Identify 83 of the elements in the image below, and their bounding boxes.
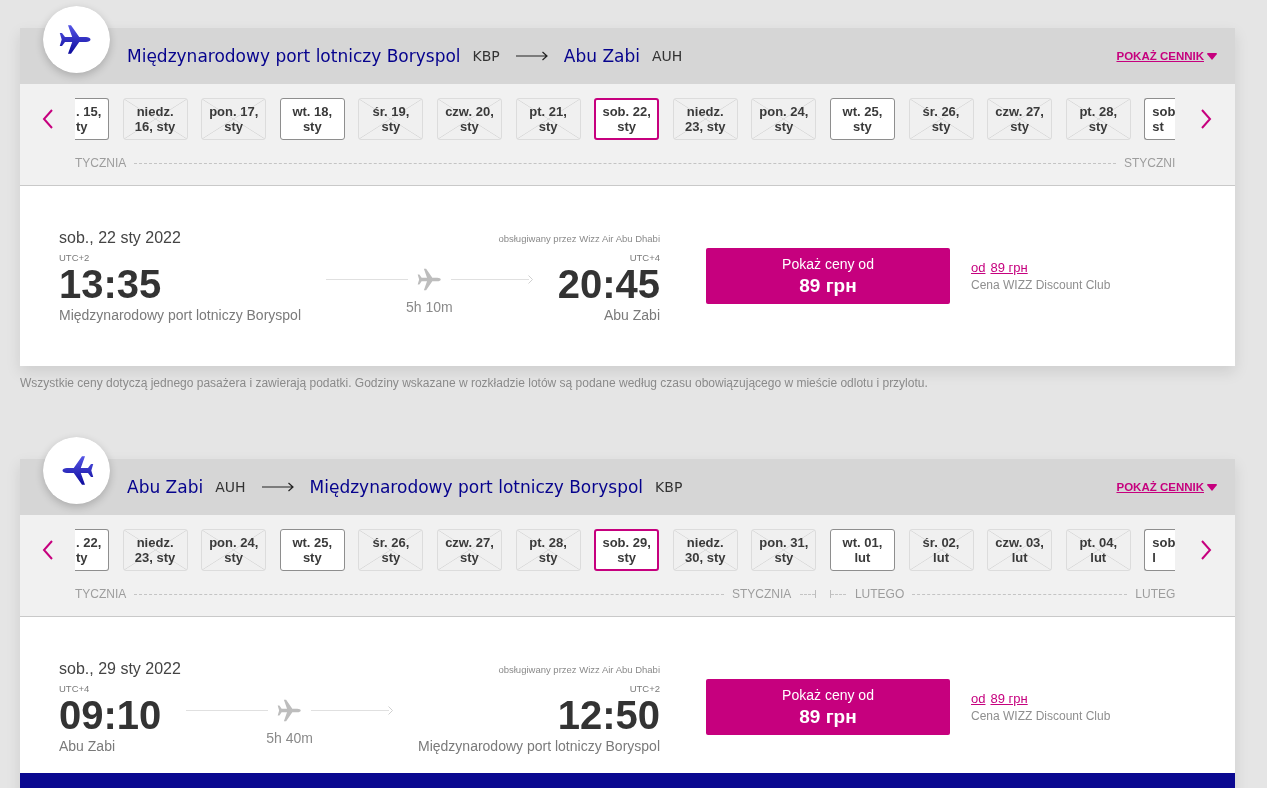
club-price-link[interactable]: od — [971, 260, 986, 276]
date-tile[interactable]: niedz. 23, sty — [122, 529, 188, 571]
date-tile[interactable]: sob l — [1144, 529, 1176, 571]
arrowhead-icon — [388, 705, 393, 715]
operator-note: obsługiwany przez Wizz Air Abu Dhabi — [498, 663, 660, 675]
date-tile[interactable]: pon. 24, sty — [201, 529, 267, 571]
date-tile[interactable]: . 15, ty — [75, 98, 109, 140]
date-tile[interactable]: pt. 21, sty — [515, 98, 581, 140]
club-price-link[interactable]: 89 грн — [990, 260, 1028, 276]
date-tile[interactable]: sob. 29, sty — [594, 529, 660, 571]
airport-name: Abu Zabi — [59, 737, 116, 755]
date-tile[interactable]: niedz. 23, sty — [672, 98, 738, 140]
club-price-note: Cena WIZZ Discount Club — [971, 709, 1111, 723]
month-label: STYCZNIA — [732, 587, 792, 601]
show-prices-button[interactable]: Pokaż ceny od 89 грн — [706, 679, 950, 735]
flight-date: sob., 29 sty 2022 — [59, 660, 181, 678]
chevron-left-icon — [43, 540, 53, 560]
arrow-right-icon — [261, 482, 294, 492]
date-tile[interactable]: pon. 31, sty — [751, 529, 817, 571]
date-tile[interactable]: niedz. 30, sty — [672, 529, 738, 571]
price-list-link[interactable]: POKAŻ CENNIK — [1116, 481, 1217, 493]
date-tile[interactable]: śr. 26, sty — [908, 98, 974, 140]
date-tile[interactable]: pt. 04, lut — [1065, 529, 1131, 571]
utc-offset: UTC+4 — [59, 683, 90, 695]
date-tile[interactable]: pt. 28, sty — [1065, 98, 1131, 140]
date-tile[interactable]: sob st — [1144, 98, 1176, 140]
chevron-left-icon — [43, 109, 53, 129]
date-tile[interactable]: . 22, ty — [75, 529, 109, 571]
date-tile[interactable]: czw. 27, sty — [436, 529, 502, 571]
date-tile[interactable]: śr. 26, sty — [358, 529, 424, 571]
chevron-right-icon — [1201, 540, 1211, 560]
chevron-right-icon — [1201, 109, 1211, 129]
month-label: TYCZNIA — [75, 587, 127, 601]
date-tile[interactable]: wt. 25, sty — [279, 529, 345, 571]
departure-time: 09:10 — [59, 695, 162, 735]
date-tile[interactable]: czw. 27, sty — [987, 98, 1053, 140]
origin-code: KBP — [472, 48, 500, 64]
destination-code: KBP — [655, 479, 683, 495]
month-label: LUTEGO — [854, 587, 905, 601]
date-tile[interactable]: wt. 01, lut — [829, 529, 895, 571]
month-label: TYCZNIA — [75, 156, 127, 170]
club-price-note: Cena WIZZ Discount Club — [971, 278, 1111, 292]
date-tile[interactable]: śr. 02, lut — [908, 529, 974, 571]
month-label: LUTEG — [1135, 587, 1176, 601]
date-tile[interactable]: pt. 28, sty — [515, 529, 581, 571]
show-prices-button[interactable]: Pokaż ceny od 89 грн — [706, 248, 950, 304]
caret-down-icon — [1207, 52, 1217, 60]
arrow-right-icon — [515, 51, 548, 61]
airport-name: Międzynarodowy port lotniczy Boryspol — [418, 737, 660, 755]
caret-down-icon — [1207, 483, 1217, 491]
month-label: STYCZNI — [1123, 156, 1176, 170]
arrival-time: 20:45 — [557, 264, 660, 304]
utc-offset: UTC+4 — [629, 252, 660, 264]
utc-offset: UTC+2 — [629, 683, 660, 695]
date-tile[interactable]: sob. 22, sty — [594, 98, 660, 140]
date-tile[interactable]: wt. 18, sty — [279, 98, 345, 140]
arrival-time: 12:50 — [557, 695, 660, 735]
price-list-link[interactable]: POKAŻ CENNIK — [1116, 50, 1217, 62]
operator-note: obsługiwany przez Wizz Air Abu Dhabi — [498, 232, 660, 244]
flight-date: sob., 22 sty 2022 — [59, 229, 181, 247]
arrowhead-icon — [527, 274, 533, 284]
club-price-link[interactable]: 89 грн — [990, 691, 1028, 707]
destination-name: Międzynarodowy port lotniczy Boryspol — [309, 477, 644, 497]
date-tile[interactable]: czw. 03, lut — [987, 529, 1053, 571]
prices-note: Wszystkie ceny dotyczą jednego pasażera i zawierają podatki. Godziny wskazane w rozkładzie lotów są podane według czasu obowiązującego w mieście odlotu i przylotu. — [20, 375, 929, 391]
flight-duration: 5h 10m — [406, 299, 453, 315]
origin-name: Abu Zabi — [127, 477, 204, 497]
departure-time: 13:35 — [59, 264, 162, 304]
destination-code: AUH — [652, 48, 683, 64]
origin-name: Międzynarodowy port lotniczy Boryspol — [127, 46, 461, 66]
airport-name: Międzynarodowy port lotniczy Boryspol — [59, 306, 301, 324]
utc-offset: UTC+2 — [59, 252, 90, 264]
date-tile[interactable]: niedz. 16, sty — [122, 98, 188, 140]
date-tile[interactable]: śr. 19, sty — [358, 98, 424, 140]
flight-duration: 5h 40m — [266, 730, 313, 746]
origin-code: AUH — [215, 479, 246, 495]
airport-name: Abu Zabi — [603, 306, 660, 324]
date-tile[interactable]: czw. 20, sty — [436, 98, 502, 140]
club-price-link[interactable]: od — [971, 691, 986, 707]
destination-name: Abu Zabi — [563, 46, 640, 66]
date-tile[interactable]: pon. 24, sty — [751, 98, 817, 140]
date-tile[interactable]: wt. 25, sty — [829, 98, 895, 140]
date-tile[interactable]: pon. 17, sty — [201, 98, 267, 140]
